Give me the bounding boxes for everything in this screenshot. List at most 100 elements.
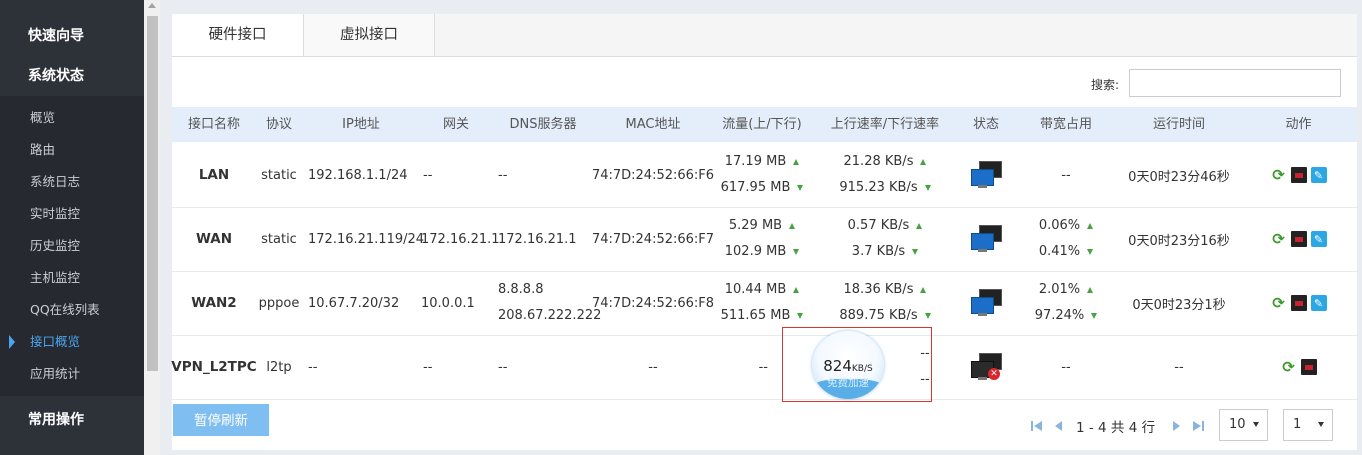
status: [958, 143, 1014, 207]
col-actions: 动作: [1285, 117, 1312, 132]
tab-bar: 硬件接口 虚拟接口: [172, 14, 1357, 57]
dns-server: 8.8.8.8 208.67.222.222: [498, 271, 601, 335]
down-arrow-icon: [924, 185, 931, 191]
uptime: 0天0时23分16秒: [1128, 233, 1230, 249]
page-size-select[interactable]: 10: [1219, 409, 1268, 441]
col-interface-name[interactable]: 接口名称: [172, 107, 256, 142]
page-size-value: 10: [1229, 417, 1246, 432]
uptime: 0天0时23分46秒: [1128, 169, 1230, 185]
speed-label: 免费加速: [827, 377, 869, 389]
disconnect-icon[interactable]: [1290, 231, 1307, 247]
sidebar-item-host-monitor[interactable]: 主机监控: [0, 262, 144, 294]
sidebar-group-system-status[interactable]: 系统状态: [0, 56, 144, 96]
search-label: 搜索:: [1091, 78, 1120, 92]
sidebar-item-system-log[interactable]: 系统日志: [0, 166, 144, 198]
col-bandwidth[interactable]: 带宽占用: [1014, 107, 1118, 142]
page-number-select[interactable]: 1: [1283, 409, 1333, 441]
ip-address: 172.16.21.119/24: [308, 231, 425, 247]
search-input[interactable]: [1129, 69, 1341, 97]
disconnect-icon[interactable]: [1300, 359, 1317, 375]
col-traffic[interactable]: 流量(上/下行): [712, 107, 812, 142]
prev-page-icon[interactable]: [1052, 419, 1066, 433]
scrollbar-thumb[interactable]: [147, 16, 158, 371]
table-row: WAN2 pppoe 10.67.7.20/32 10.0.0.1 8.8.8.…: [172, 271, 1357, 336]
sidebar-item-realtime-monitor[interactable]: 实时监控: [0, 198, 144, 230]
edit-icon[interactable]: ✎: [1310, 231, 1327, 247]
table-row: VPN_L2TPC l2tp -- -- -- -- -- -- -- ✕ -- …: [171, 335, 1357, 400]
sidebar: 快速向导 系统状态 概览 路由 系统日志 实时监控 历史监控 主机监控 QQ在线…: [0, 0, 144, 455]
col-dns[interactable]: DNS服务器: [492, 107, 594, 142]
network-disconnected-icon: ✕: [970, 353, 1002, 381]
refresh-icon[interactable]: ⟳: [1281, 358, 1297, 376]
gateway: 10.0.0.1: [421, 295, 475, 311]
row-actions: ⟳: [1240, 335, 1357, 399]
sidebar-item-qq-online[interactable]: QQ在线列表: [0, 294, 144, 326]
disconnect-icon[interactable]: [1290, 295, 1307, 311]
uptime: --: [1174, 359, 1184, 375]
next-page-icon[interactable]: [1169, 419, 1183, 433]
mac-address: 74:7D:24:52:66:F6: [591, 167, 715, 183]
protocol: l2tp: [266, 359, 292, 375]
sidebar-item-interface-overview[interactable]: 接口概览: [0, 326, 144, 358]
edit-icon[interactable]: ✎: [1310, 167, 1327, 183]
sidebar-item-app-stats[interactable]: 应用统计: [0, 358, 144, 390]
sidebar-group-common-ops[interactable]: 常用操作: [0, 400, 144, 440]
up-arrow-icon: [920, 159, 927, 165]
col-status[interactable]: 状态: [958, 107, 1014, 142]
sidebar-group-quick-guide[interactable]: 快速向导: [0, 16, 144, 56]
edit-icon[interactable]: ✎: [1310, 295, 1327, 311]
rate-down: 3.7 KB/s: [851, 244, 906, 259]
table-row: WAN static 172.16.21.119/24 172.16.21.1 …: [172, 207, 1357, 272]
bandwidth: 0.06% 0.41%: [1014, 207, 1118, 271]
bandwidth-up: 2.01%: [1038, 282, 1081, 297]
network-connected-icon: [970, 161, 1002, 189]
uptime: 0天0时23分1秒: [1132, 297, 1226, 313]
tab-virtual-interface[interactable]: 虚拟接口: [304, 14, 435, 56]
col-protocol[interactable]: 协议: [256, 107, 302, 142]
col-ip[interactable]: IP地址: [302, 107, 420, 142]
status: [958, 271, 1014, 335]
bandwidth: --: [1061, 359, 1071, 375]
rate: 0.57 KB/s 3.7 KB/s: [812, 207, 958, 271]
sidebar-item-routes[interactable]: 路由: [0, 134, 144, 166]
bandwidth-down: 0.41%: [1038, 244, 1081, 259]
chevron-down-icon: [1253, 422, 1259, 427]
refresh-icon[interactable]: ⟳: [1271, 166, 1287, 184]
col-mac[interactable]: MAC地址: [594, 107, 712, 142]
scroll-up-arrow-icon[interactable]: [148, 3, 156, 8]
up-arrow-icon: [1087, 287, 1094, 293]
status: [958, 207, 1014, 271]
col-gateway[interactable]: 网关: [420, 107, 492, 142]
main-panel: 硬件接口 虚拟接口 搜索: 接口名称 协议 IP地址 网关 DNS服务器 MAC…: [171, 14, 1357, 450]
tab-hardware-interface[interactable]: 硬件接口: [172, 14, 304, 56]
protocol: pppoe: [258, 295, 300, 311]
table-header: 接口名称 协议 IP地址 网关 DNS服务器 MAC地址 流量(上/下行) 上行…: [172, 107, 1357, 142]
col-rate[interactable]: 上行速率/下行速率: [812, 107, 958, 142]
speed-widget[interactable]: 824KB/S 免费加速: [812, 331, 884, 399]
status: ✕: [958, 335, 1014, 399]
network-connected-icon: [970, 225, 1002, 253]
traffic-down: 617.95 MB: [720, 180, 791, 195]
sidebar-item-history-monitor[interactable]: 历史监控: [0, 230, 144, 262]
traffic-down: 102.9 MB: [724, 244, 787, 259]
col-uptime[interactable]: 运行时间: [1118, 107, 1240, 142]
last-page-icon[interactable]: [1191, 419, 1205, 433]
down-arrow-icon: [1087, 249, 1094, 255]
chevron-down-icon: [1318, 422, 1324, 427]
up-arrow-icon: [1087, 223, 1094, 229]
mac-address: 74:7D:24:52:66:F7: [591, 231, 715, 247]
interface-name: VPN_L2TPC: [171, 359, 257, 375]
first-page-icon[interactable]: [1030, 419, 1044, 433]
traffic-up: 10.44 MB: [724, 282, 787, 297]
dns-server: --: [498, 359, 508, 375]
down-arrow-icon: [924, 313, 931, 319]
dns-server: 172.16.21.1: [498, 231, 577, 247]
sidebar-item-overview[interactable]: 概览: [0, 102, 144, 134]
pause-refresh-button[interactable]: 暂停刷新: [173, 404, 269, 436]
refresh-icon[interactable]: ⟳: [1271, 294, 1287, 312]
down-arrow-icon: [797, 313, 804, 319]
up-arrow-icon: [920, 287, 927, 293]
disconnect-icon[interactable]: [1290, 167, 1307, 183]
refresh-icon[interactable]: ⟳: [1271, 230, 1287, 248]
bandwidth-down: 97.24%: [1034, 308, 1085, 323]
